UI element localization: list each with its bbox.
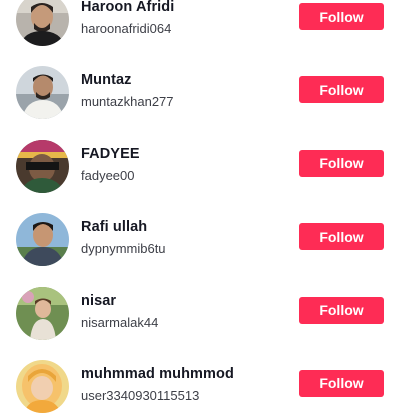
avatar[interactable] (16, 359, 69, 413)
list-item[interactable]: FADYEE fadyee00 Follow (0, 94, 400, 193)
user-display-name[interactable]: Rafi ullah (81, 219, 147, 235)
user-list: Haroon Afridi haroonafridi064 Follow Mun… (0, 0, 400, 413)
avatar-photo-icon (16, 359, 69, 413)
follow-button[interactable]: Follow (299, 369, 384, 397)
user-display-name[interactable]: Haroon Afridi (81, 0, 174, 15)
list-item[interactable]: Muntaz muntazkhan277 Follow (0, 20, 400, 120)
user-handle: user3340930115513 (81, 387, 200, 403)
list-item[interactable]: muhmmad muhmmod user3340930115513 Follow (0, 314, 400, 413)
user-display-name[interactable]: nisar (81, 293, 116, 309)
user-display-name[interactable]: Muntaz (81, 72, 132, 88)
list-item[interactable]: nisar nisarmalak44 Follow (0, 241, 400, 340)
user-display-name[interactable]: muhmmad muhmmod (81, 366, 234, 382)
user-display-name[interactable]: FADYEE (81, 146, 140, 162)
list-item[interactable]: Haroon Afridi haroonafridi064 Follow (0, 0, 400, 46)
list-item[interactable]: Rafi ullah dypnymmib6tu Follow (0, 167, 400, 267)
